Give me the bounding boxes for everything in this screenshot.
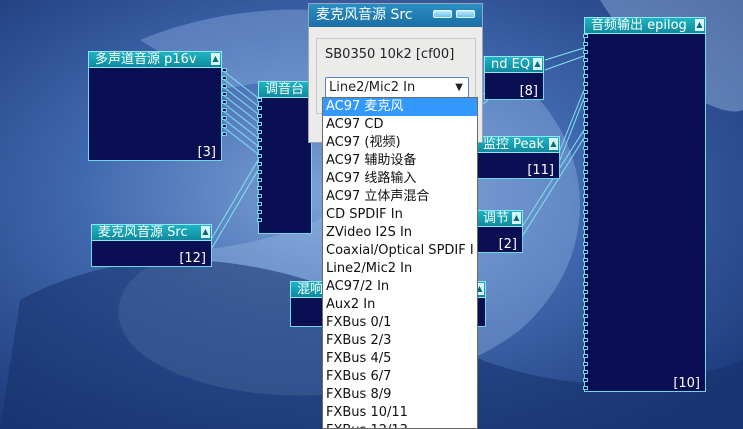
module-index: [10] xyxy=(673,376,700,391)
dropdown-option[interactable]: AC97 立体声混合 xyxy=(323,188,477,206)
dropdown-option[interactable]: Aux2 In xyxy=(323,296,477,314)
module-index: [11] xyxy=(527,163,554,178)
collapse-arrow-icon[interactable]: ▲ xyxy=(512,212,521,224)
dropdown-option[interactable]: FXBus 10/11 xyxy=(323,404,477,422)
dropdown-option[interactable]: FXBus 4/5 xyxy=(323,350,477,368)
collapse-arrow-icon[interactable]: ▲ xyxy=(533,58,542,70)
module-title[interactable]: 调节 ▲ xyxy=(476,210,523,227)
collapse-arrow-icon[interactable]: ▲ xyxy=(211,53,220,65)
module-body xyxy=(584,34,706,392)
dropdown-option[interactable]: FXBus 12/13 xyxy=(323,422,477,428)
module-index: [8] xyxy=(519,84,538,99)
dropdown-option[interactable]: FXBus 2/3 xyxy=(323,332,477,350)
chevron-down-icon[interactable]: ▼ xyxy=(455,78,463,97)
module-epilog[interactable]: 音频输出 epilog ▲ [10] xyxy=(583,17,706,394)
module-eq[interactable]: nd EQ ▲ [8] xyxy=(484,56,544,100)
minimize-button[interactable] xyxy=(433,10,452,18)
dropdown-option[interactable]: AC97 (视频) xyxy=(323,134,477,152)
input-ports[interactable] xyxy=(257,98,262,226)
module-mixer[interactable]: 调音台 xyxy=(257,81,312,234)
module-title[interactable]: 监控 Peak ▲ xyxy=(476,136,560,153)
dropdown-option[interactable]: FXBus 8/9 xyxy=(323,386,477,404)
dropdown-option[interactable]: AC97 辅助设备 xyxy=(323,152,477,170)
source-select[interactable]: Line2/Mic2 In ▼ xyxy=(325,77,469,98)
module-p16v[interactable]: 多声道音源 p16v ▲ [3] xyxy=(88,51,227,161)
window-titlebar[interactable]: 麦克风音源 Src xyxy=(309,4,482,27)
input-ports[interactable] xyxy=(583,34,588,394)
dropdown-option[interactable]: AC97 CD xyxy=(323,116,477,134)
module-title[interactable]: 麦克风音源 Src ▲ xyxy=(91,224,212,241)
dropdown-option[interactable]: ZVideo I2S In xyxy=(323,224,477,242)
module-index: [2] xyxy=(498,237,517,252)
module-adjust[interactable]: 调节 ▲ [2] xyxy=(476,210,523,253)
dropdown-option[interactable]: AC97 麦克风 xyxy=(323,98,477,116)
module-index: [12] xyxy=(179,251,206,266)
dropdown-option[interactable]: FXBus 0/1 xyxy=(323,314,477,332)
output-ports[interactable] xyxy=(222,68,227,140)
collapse-arrow-icon[interactable]: ▲ xyxy=(549,138,558,150)
module-title[interactable]: 调音台 xyxy=(258,81,312,98)
module-title[interactable]: 多声道音源 p16v ▲ xyxy=(88,51,222,68)
source-select-value: Line2/Mic2 In xyxy=(329,80,416,95)
dropdown-option[interactable]: CD SPDIF In xyxy=(323,206,477,224)
collapse-arrow-icon[interactable]: ▲ xyxy=(695,19,704,31)
device-label: SB0350 10k2 [cf00] xyxy=(325,47,455,62)
dropdown-option[interactable]: Coaxial/Optical SPDIF I xyxy=(323,242,477,260)
module-title[interactable]: nd EQ ▲ xyxy=(484,56,544,73)
module-title[interactable]: 音频输出 epilog ▲ xyxy=(584,17,706,34)
collapse-arrow-icon[interactable]: ▲ xyxy=(201,226,210,238)
module-body xyxy=(258,98,312,234)
module-index: [3] xyxy=(197,145,216,160)
module-peak[interactable]: 监控 Peak ▲ [11] xyxy=(476,136,560,179)
close-button[interactable] xyxy=(456,10,475,18)
module-mic-src[interactable]: 麦克风音源 Src ▲ [12] xyxy=(91,224,212,267)
dropdown-option[interactable]: Line2/Mic2 In xyxy=(323,260,477,278)
dropdown-option[interactable]: FXBus 6/7 xyxy=(323,368,477,386)
source-dropdown-list[interactable]: AC97 麦克风 AC97 CD AC97 (视频) AC97 辅助设备 AC97 线路… xyxy=(322,97,478,429)
dropdown-option[interactable]: AC97/2 In xyxy=(323,278,477,296)
dropdown-option[interactable]: AC97 线路输入 xyxy=(323,170,477,188)
window-title: 麦克风音源 Src xyxy=(316,7,413,23)
